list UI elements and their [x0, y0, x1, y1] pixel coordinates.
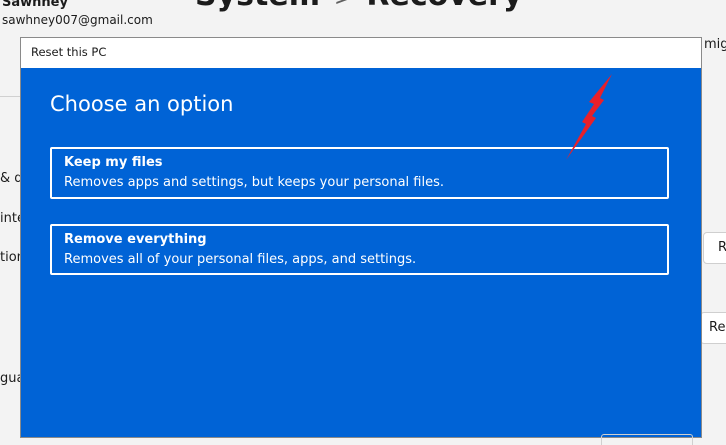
dialog-titlebar[interactable]: Reset this PC — [21, 38, 701, 68]
account-name: Sawhney — [2, 0, 68, 10]
right-text-fragment: migh — [704, 37, 726, 52]
dialog-heading: Choose an option — [50, 92, 234, 116]
dialog-title: Reset this PC — [31, 45, 107, 59]
breadcrumb-separator: > — [334, 0, 352, 11]
breadcrumb-parent[interactable]: System — [195, 0, 320, 13]
right-button-label: Re — [709, 320, 726, 335]
right-button-fragment[interactable]: Re — [700, 312, 726, 344]
red-arrow-icon — [566, 74, 612, 160]
option-title: Remove everything — [64, 232, 207, 247]
right-button-label: R — [718, 240, 726, 255]
sidebar-divider — [0, 96, 22, 97]
account-email: sawhney007@gmail.com — [2, 13, 153, 27]
option-title: Keep my files — [64, 155, 163, 170]
option-remove-everything[interactable]: Remove everything Removes all of your pe… — [50, 224, 669, 275]
breadcrumb-current: Recovery — [366, 0, 522, 13]
breadcrumb: System > Recovery — [195, 0, 523, 13]
dialog-button-partial[interactable] — [601, 434, 693, 445]
option-description: Removes apps and settings, but keeps you… — [64, 175, 445, 190]
right-button-fragment[interactable]: R — [703, 232, 726, 264]
option-description: Removes all of your personal files, apps… — [64, 252, 417, 267]
